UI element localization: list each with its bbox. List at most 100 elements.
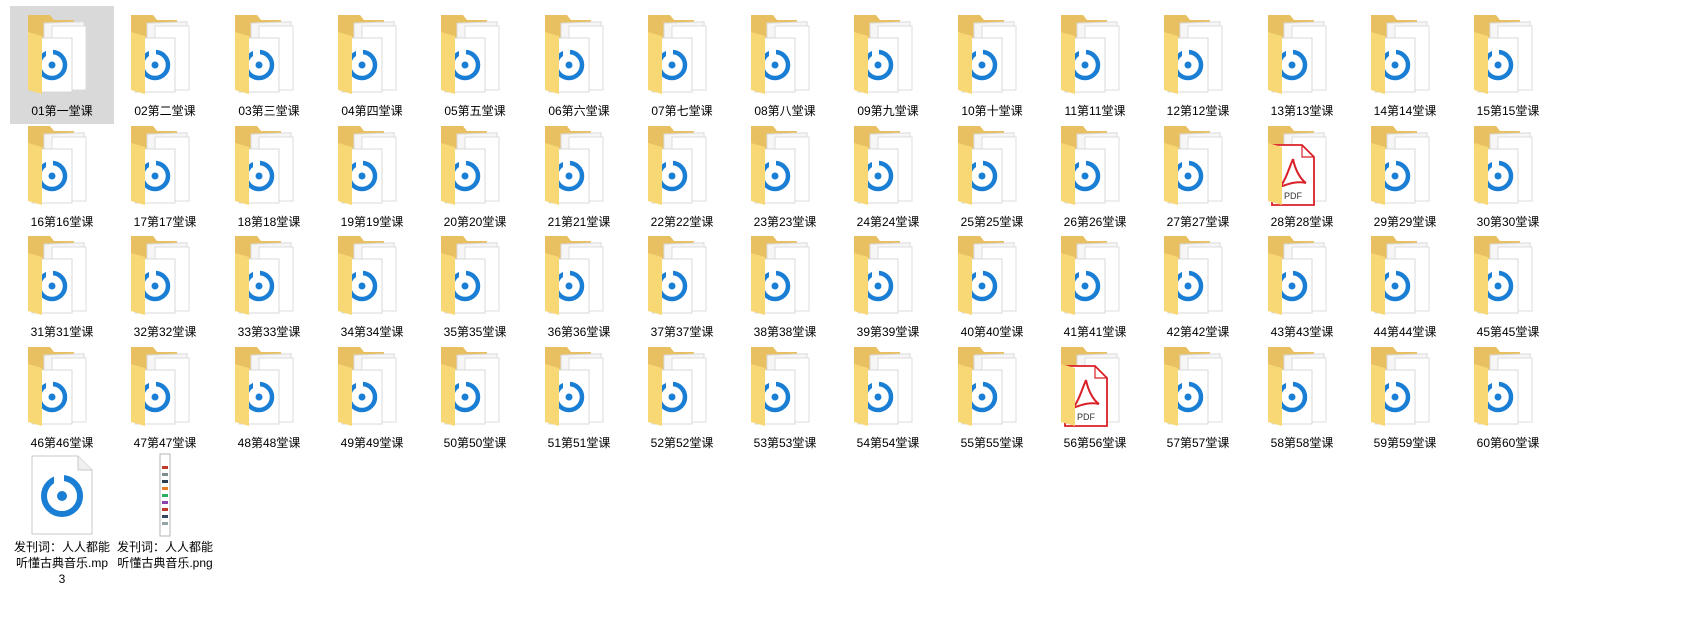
folder-item[interactable]: 42第42堂课: [1146, 227, 1250, 345]
folder-item[interactable]: 32第32堂课: [113, 227, 217, 345]
folder-icon: [950, 342, 1034, 428]
folder-item[interactable]: 37第37堂课: [630, 227, 734, 345]
folder-icon: [1053, 121, 1137, 207]
folder-item[interactable]: 12第12堂课: [1146, 6, 1250, 124]
folder-item[interactable]: 21第21堂课: [527, 117, 631, 235]
folder-icon: [950, 231, 1034, 317]
folder-item[interactable]: 26第26堂课: [1043, 117, 1147, 235]
folder-item[interactable]: PDF 56第56堂课: [1043, 338, 1147, 456]
pdf-label: PDF: [1077, 412, 1096, 422]
folder-item[interactable]: 03第三堂课: [217, 6, 321, 124]
folder-item[interactable]: 54第54堂课: [836, 338, 940, 456]
folder-icon: [1053, 10, 1137, 96]
folder-item[interactable]: 08第八堂课: [733, 6, 837, 124]
folder-item[interactable]: 46第46堂课: [10, 338, 114, 456]
folder-item[interactable]: 60第60堂课: [1456, 338, 1560, 456]
folder-item[interactable]: 25第25堂课: [940, 117, 1044, 235]
folder-icon: [1053, 231, 1137, 317]
music-thumbnail-icon: [545, 15, 604, 94]
music-thumbnail-icon: [545, 347, 604, 426]
folder-item[interactable]: 43第43堂课: [1250, 227, 1354, 345]
music-thumbnail-icon: [235, 347, 294, 426]
music-thumbnail-icon: [338, 15, 397, 94]
folder-item[interactable]: 04第四堂课: [320, 6, 424, 124]
folder-item[interactable]: 55第55堂课: [940, 338, 1044, 456]
folder-item[interactable]: 18第18堂课: [217, 117, 321, 235]
music-thumbnail-icon: [545, 126, 604, 205]
folder-item[interactable]: 48第48堂课: [217, 338, 321, 456]
folder-icon: [123, 342, 207, 428]
folder-item[interactable]: 31第31堂课: [10, 227, 114, 345]
folder-icon: [20, 342, 104, 428]
music-thumbnail-icon: [131, 236, 190, 315]
folder-item[interactable]: 58第58堂课: [1250, 338, 1354, 456]
folder-item[interactable]: 11第11堂课: [1043, 6, 1147, 124]
folder-icon: [743, 231, 827, 317]
folder-item[interactable]: 10第十堂课: [940, 6, 1044, 124]
folder-item[interactable]: 45第45堂课: [1456, 227, 1560, 345]
folder-item[interactable]: 57第57堂课: [1146, 338, 1250, 456]
folder-item[interactable]: 52第52堂课: [630, 338, 734, 456]
folder-item[interactable]: 16第16堂课: [10, 117, 114, 235]
folder-item[interactable]: 13第13堂课: [1250, 6, 1354, 124]
music-thumbnail-icon: [441, 15, 500, 94]
music-thumbnail-icon: [131, 347, 190, 426]
folder-item[interactable]: 34第34堂课: [320, 227, 424, 345]
folder-item[interactable]: 59第59堂课: [1353, 338, 1457, 456]
folder-icon: [537, 121, 621, 207]
music-thumbnail-icon: [958, 347, 1017, 426]
folder-item[interactable]: 53第53堂课: [733, 338, 837, 456]
folder-item[interactable]: 15第15堂课: [1456, 6, 1560, 124]
folder-item[interactable]: 44第44堂课: [1353, 227, 1457, 345]
folder-item[interactable]: 29第29堂课: [1353, 117, 1457, 235]
folder-item[interactable]: 35第35堂课: [423, 227, 527, 345]
folder-item[interactable]: 07第七堂课: [630, 6, 734, 124]
folder-icon: [1260, 10, 1344, 96]
music-thumbnail-icon: [1061, 236, 1120, 315]
folder-item[interactable]: 17第17堂课: [113, 117, 217, 235]
music-file-icon: [20, 452, 104, 538]
music-thumbnail-icon: [235, 15, 294, 94]
folder-label: 52第52堂课: [650, 436, 714, 450]
folder-item[interactable]: 14第14堂课: [1353, 6, 1457, 124]
folder-icon: [1156, 10, 1240, 96]
mp3-file-item[interactable]: 发刊词：人人都能听懂古典音乐.mp3: [10, 448, 114, 598]
music-thumbnail-icon: [1164, 15, 1223, 94]
folder-item[interactable]: 24第24堂课: [836, 117, 940, 235]
folder-icon: [1466, 231, 1550, 317]
folder-item[interactable]: 50第50堂课: [423, 338, 527, 456]
folder-item[interactable]: 09第九堂课: [836, 6, 940, 124]
folder-icon: [227, 121, 311, 207]
pdf-label: PDF: [1284, 191, 1303, 201]
folder-item[interactable]: 19第19堂课: [320, 117, 424, 235]
folder-item[interactable]: 51第51堂课: [527, 338, 631, 456]
png-file-item[interactable]: 发刊词：人人都能听懂古典音乐.png: [113, 448, 217, 598]
folder-item[interactable]: 39第39堂课: [836, 227, 940, 345]
folder-item[interactable]: 01第一堂课: [10, 6, 114, 124]
folder-item[interactable]: 36第36堂课: [527, 227, 631, 345]
folder-item[interactable]: 41第41堂课: [1043, 227, 1147, 345]
folder-item[interactable]: PDF 28第28堂课: [1250, 117, 1354, 235]
folder-item[interactable]: 20第20堂课: [423, 117, 527, 235]
music-thumbnail-icon: [751, 347, 810, 426]
folder-item[interactable]: 02第二堂课: [113, 6, 217, 124]
folder-item[interactable]: 30第30堂课: [1456, 117, 1560, 235]
folder-item[interactable]: 05第五堂课: [423, 6, 527, 124]
folder-icon: [1156, 121, 1240, 207]
folder-item[interactable]: 06第六堂课: [527, 6, 631, 124]
folder-item[interactable]: 23第23堂课: [733, 117, 837, 235]
folder-item[interactable]: 27第27堂课: [1146, 117, 1250, 235]
folder-item[interactable]: 49第49堂课: [320, 338, 424, 456]
folder-icon: [1363, 121, 1447, 207]
folder-label: 54第54堂课: [856, 436, 920, 450]
folder-item[interactable]: 33第33堂课: [217, 227, 321, 345]
folder-item[interactable]: 47第47堂课: [113, 338, 217, 456]
music-thumbnail-icon: [854, 15, 913, 94]
folder-item[interactable]: 22第22堂课: [630, 117, 734, 235]
folder-label: 50第50堂课: [443, 436, 507, 450]
folder-item[interactable]: 38第38堂课: [733, 227, 837, 345]
folder-item[interactable]: 40第40堂课: [940, 227, 1044, 345]
music-thumbnail-icon: [751, 126, 810, 205]
folder-label: 55第55堂课: [960, 436, 1024, 450]
music-thumbnail-icon: [338, 347, 397, 426]
